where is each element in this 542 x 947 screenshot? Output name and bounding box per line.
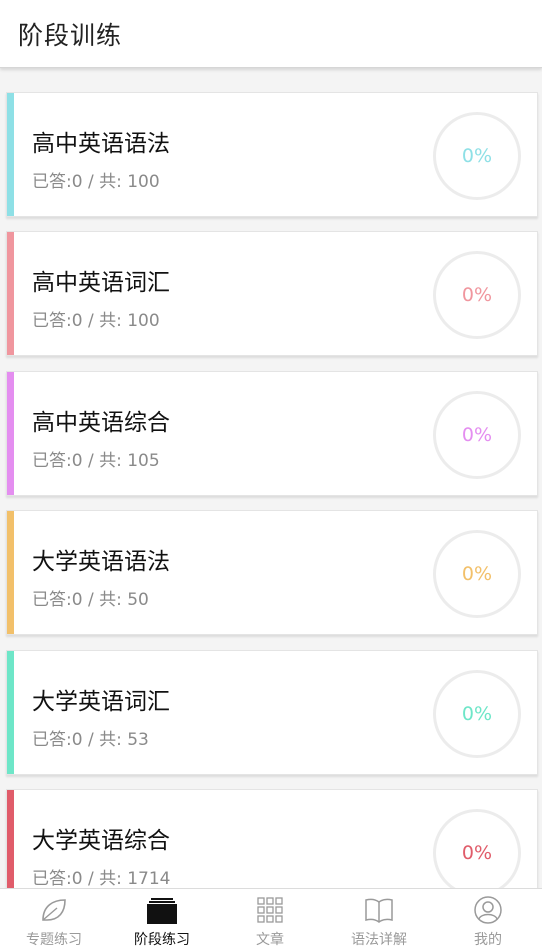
stage-card-1[interactable]: 高中英语词汇 已答:0 / 共: 100 0% [6, 231, 538, 356]
tab-label: 我的 [474, 932, 502, 947]
tab-label: 语法详解 [351, 932, 407, 947]
tab-label: 文章 [256, 932, 284, 947]
progress-ring: 0% [433, 391, 521, 479]
stage-card-2[interactable]: 高中英语综合 已答:0 / 共: 105 0% [6, 371, 538, 496]
grid-icon [257, 897, 283, 923]
tab-mine[interactable]: 我的 [434, 889, 542, 947]
progress-percent: 0% [461, 284, 493, 306]
stage-card-5[interactable]: 大学英语综合 已答:0 / 共: 1714 0% [6, 789, 538, 888]
card-accent-bar [7, 790, 14, 888]
progress-percent: 0% [461, 563, 493, 585]
book-icon [365, 898, 393, 923]
bottom-tab-bar: 专题练习 阶段练习 文章 语法详解 我的 [0, 888, 542, 947]
page-title: 阶段训练 [18, 21, 123, 50]
app-header: 阶段训练 [0, 0, 542, 68]
card-title: 高中英语综合 [32, 410, 170, 436]
progress-percent: 0% [461, 145, 493, 167]
stage-card-0[interactable]: 高中英语语法 已答:0 / 共: 100 0% [6, 92, 538, 217]
tab-topic-practice[interactable]: 专题练习 [0, 889, 108, 947]
progress-ring: 0% [433, 251, 521, 339]
tab-grammar-details[interactable]: 语法详解 [325, 889, 433, 947]
tab-stage-practice[interactable]: 阶段练习 [108, 889, 216, 947]
card-title: 高中英语词汇 [32, 270, 170, 296]
card-stats: 已答:0 / 共: 1714 [32, 869, 171, 888]
card-stats: 已答:0 / 共: 100 [32, 172, 160, 192]
card-stats: 已答:0 / 共: 105 [32, 451, 160, 471]
stage-card-3[interactable]: 大学英语语法 已答:0 / 共: 50 0% [6, 510, 538, 635]
card-accent-bar [7, 372, 14, 495]
tab-articles[interactable]: 文章 [216, 889, 324, 947]
card-accent-bar [7, 232, 14, 355]
progress-percent: 0% [461, 424, 493, 446]
progress-ring: 0% [433, 809, 521, 888]
card-stats: 已答:0 / 共: 50 [32, 590, 149, 610]
progress-percent: 0% [461, 703, 493, 725]
stage-list[interactable]: 高中英语语法 已答:0 / 共: 100 0% 高中英语词汇 已答:0 / 共:… [0, 70, 542, 888]
card-accent-bar [7, 511, 14, 634]
card-accent-bar [7, 651, 14, 774]
card-title: 大学英语综合 [32, 828, 170, 854]
card-accent-bar [7, 93, 14, 216]
leaf-icon [42, 899, 66, 921]
user-icon [474, 896, 502, 924]
progress-ring: 0% [433, 112, 521, 200]
card-stats: 已答:0 / 共: 100 [32, 311, 160, 331]
card-stats: 已答:0 / 共: 53 [32, 730, 149, 750]
progress-ring: 0% [433, 670, 521, 758]
card-title: 大学英语语法 [32, 549, 170, 575]
card-title: 高中英语语法 [32, 131, 170, 157]
tab-label: 专题练习 [26, 932, 82, 947]
progress-percent: 0% [461, 842, 493, 864]
stage-card-4[interactable]: 大学英语词汇 已答:0 / 共: 53 0% [6, 650, 538, 775]
stack-icon [147, 898, 177, 924]
card-title: 大学英语词汇 [32, 689, 170, 715]
progress-ring: 0% [433, 530, 521, 618]
tab-label: 阶段练习 [134, 932, 190, 947]
